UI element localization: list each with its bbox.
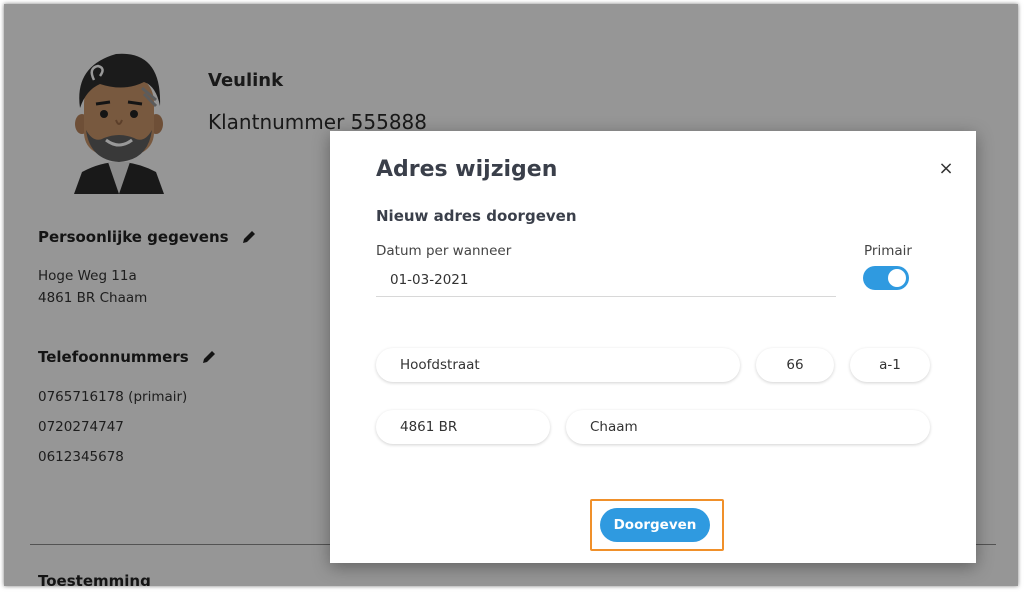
- dialog-title: Adres wijzigen: [376, 157, 558, 182]
- change-address-dialog: Adres wijzigen × Nieuw adres doorgeven D…: [330, 131, 976, 563]
- date-label: Datum per wanneer: [376, 243, 512, 259]
- primary-toggle[interactable]: [863, 266, 909, 290]
- primary-label: Primair: [864, 243, 912, 259]
- submit-button[interactable]: Doorgeven: [600, 508, 710, 542]
- effective-date-input[interactable]: [376, 263, 836, 297]
- house-number-input[interactable]: [756, 348, 834, 382]
- toggle-knob: [888, 269, 906, 287]
- street-input[interactable]: [376, 348, 740, 382]
- close-icon[interactable]: ×: [936, 159, 956, 179]
- city-input[interactable]: [566, 410, 930, 444]
- dialog-subtitle: Nieuw adres doorgeven: [376, 207, 577, 225]
- app-frame: Veulink Klantnummer 555888 Persoonlijke …: [4, 4, 1018, 586]
- postcode-input[interactable]: [376, 410, 550, 444]
- house-number-addition-input[interactable]: [850, 348, 930, 382]
